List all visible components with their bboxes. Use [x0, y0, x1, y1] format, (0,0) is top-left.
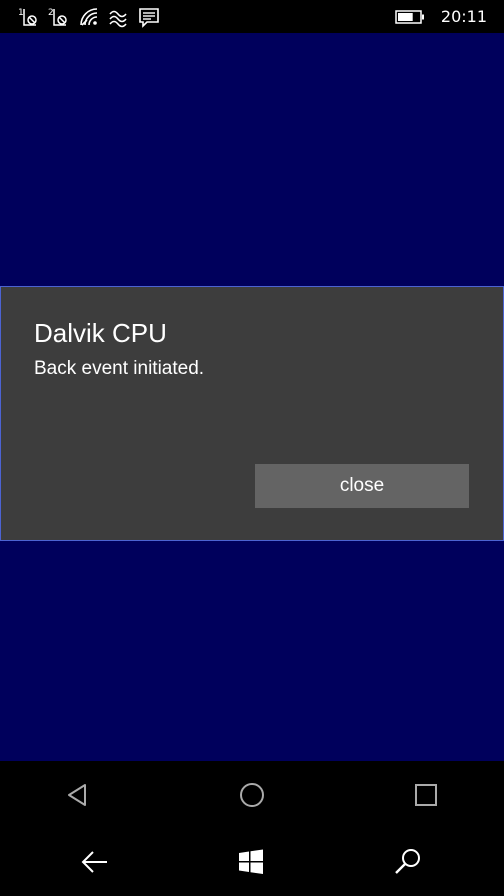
wifi-icon [78, 6, 100, 28]
status-icons-left: 1 2 [18, 6, 160, 28]
svg-text:1: 1 [18, 8, 24, 18]
sim2-no-signal-icon: 2 [48, 6, 70, 28]
phone-screen: 1 2 20:11 Dalvik CPU Back event initiate… [0, 0, 504, 896]
android-home-icon [238, 781, 266, 809]
windows-back-button[interactable] [75, 842, 115, 882]
android-back-icon [63, 781, 91, 809]
data-sense-icon [108, 6, 130, 28]
battery-icon [395, 9, 425, 25]
message-dialog: Dalvik CPU Back event initiated. close [0, 286, 504, 541]
clock: 20:11 [440, 7, 487, 26]
windows-start-icon [237, 848, 265, 876]
status-icons-right: 20:11 [395, 6, 487, 28]
sim1-no-signal-icon: 1 [18, 6, 40, 28]
android-back-button[interactable] [57, 775, 97, 815]
dialog-title: Dalvik CPU [34, 318, 167, 348]
search-button[interactable] [388, 842, 428, 882]
dialog-message: Back event initiated. [34, 358, 205, 379]
android-home-button[interactable] [232, 775, 272, 815]
svg-text:2: 2 [48, 8, 54, 18]
windows-start-button[interactable] [231, 842, 271, 882]
navigation-bar [0, 761, 504, 896]
back-arrow-icon [79, 848, 111, 876]
status-bar: 1 2 20:11 [0, 0, 504, 33]
android-recents-icon [412, 781, 440, 809]
message-icon [138, 6, 160, 28]
search-icon [393, 847, 423, 877]
android-recents-button[interactable] [406, 775, 446, 815]
battery-fill [397, 13, 413, 21]
close-button[interactable]: close [255, 464, 469, 508]
